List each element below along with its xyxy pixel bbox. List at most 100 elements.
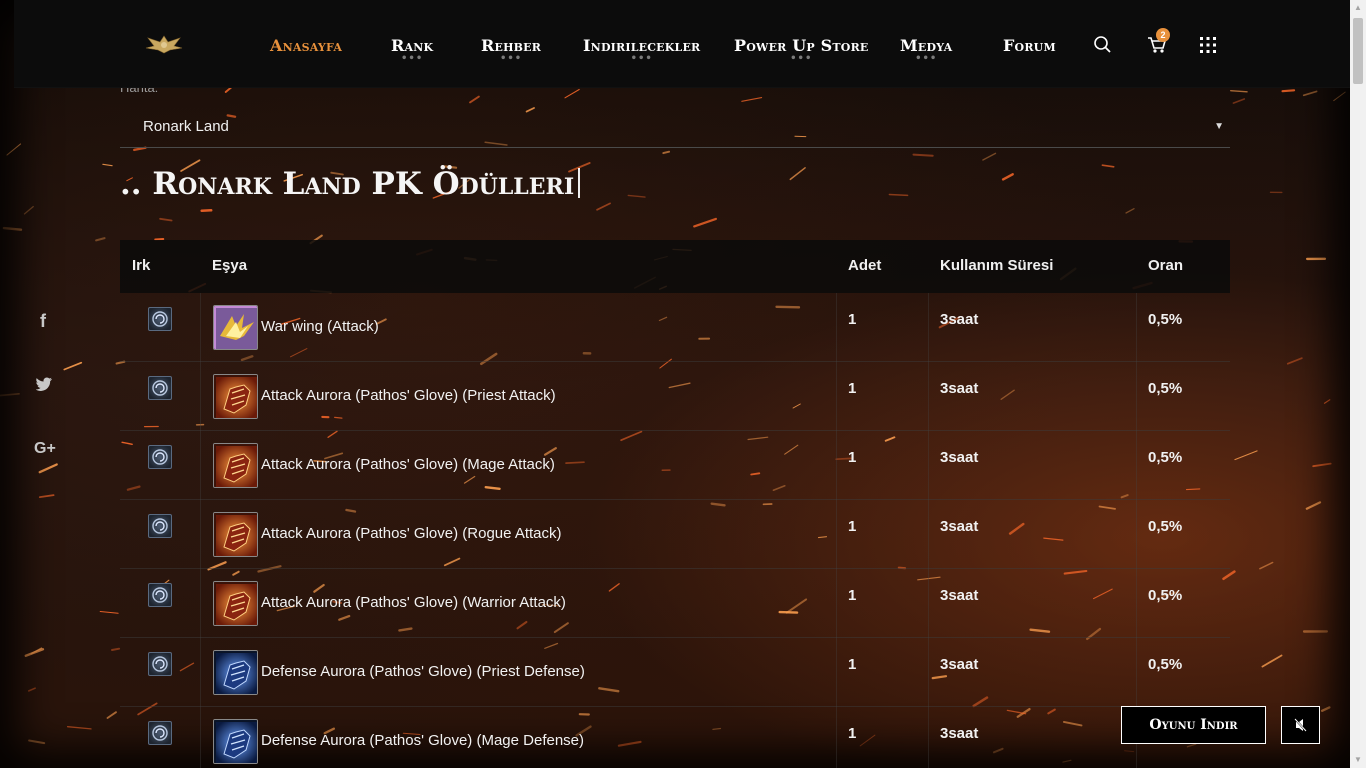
column-divider xyxy=(836,569,837,638)
nav-item-label: Forum xyxy=(1003,36,1056,55)
column-divider xyxy=(1136,431,1137,500)
table-row: Defense Aurora (Pathos' Glove) (Mage Def… xyxy=(120,707,1230,768)
column-divider xyxy=(1136,500,1137,569)
item-duration: 3saat xyxy=(940,518,979,535)
table-row: Defense Aurora (Pathos' Glove) (Priest D… xyxy=(120,638,1230,707)
table-row: Attack Aurora (Pathos' Glove) (Warrior A… xyxy=(120,569,1230,638)
scroll-down-icon[interactable]: ▼ xyxy=(1350,752,1366,768)
rewards-table: Irk Eşya Adet Kullanım Süresi Oran War w… xyxy=(120,240,1230,768)
map-select[interactable]: Ronark Land ▼ xyxy=(120,108,1230,148)
twitter-icon[interactable] xyxy=(36,377,54,391)
cart-count-badge: 2 xyxy=(1156,28,1170,42)
main-content: Harita: Ronark Land ▼ .. Ronark Land PK … xyxy=(0,0,1350,768)
cart-button[interactable]: 2 xyxy=(1146,28,1170,56)
column-divider xyxy=(1136,362,1137,431)
nav-item-rehber[interactable]: Rehber ••• xyxy=(481,36,541,64)
scroll-up-icon[interactable]: ▲ xyxy=(1350,0,1366,16)
column-divider xyxy=(836,638,837,707)
column-divider xyxy=(928,500,929,569)
item-name: Attack Aurora (Pathos' Glove) (Mage Atta… xyxy=(261,456,555,473)
red-glove-icon xyxy=(213,443,258,488)
column-divider xyxy=(928,638,929,707)
item-quantity: 1 xyxy=(848,656,857,673)
race-icon xyxy=(148,583,172,607)
chevron-down-icon: ▼ xyxy=(1214,121,1224,132)
item-name: Defense Aurora (Pathos' Glove) (Mage Def… xyxy=(261,732,585,749)
race-icon xyxy=(148,307,172,331)
column-divider xyxy=(200,500,201,569)
nav-item-anasayfa[interactable]: Anasayfa xyxy=(270,36,342,55)
item-rate: 0,5% xyxy=(1148,380,1183,397)
race-icon xyxy=(148,721,172,745)
page-title: .. Ronark Land PK Ödülleri xyxy=(120,166,581,202)
facebook-icon-glyph: f xyxy=(40,312,47,330)
item-quantity: 1 xyxy=(848,380,857,397)
table-row: Attack Aurora (Pathos' Glove) (Priest At… xyxy=(120,362,1230,431)
page-scrollbar[interactable]: ▲ ▼ xyxy=(1350,0,1366,768)
nav-item-indirilecekler[interactable]: Indirilecekler ••• xyxy=(583,36,700,64)
google-plus-icon-glyph: G+ xyxy=(34,440,56,455)
nav-item-power-up-store[interactable]: Power Up Store ••• xyxy=(734,36,869,64)
race-icon xyxy=(148,445,172,469)
item-duration: 3saat xyxy=(940,449,979,466)
column-divider xyxy=(200,431,201,500)
header-rate: Oran xyxy=(1148,257,1184,274)
column-divider xyxy=(200,293,201,362)
item-duration: 3saat xyxy=(940,725,979,742)
blue-glove-icon xyxy=(213,650,258,695)
page-title-text: .. Ronark Land PK Ödülleri xyxy=(120,166,575,202)
race-icon xyxy=(148,652,172,676)
header-item: Eşya xyxy=(212,257,248,274)
item-duration: 3saat xyxy=(940,587,979,604)
column-divider xyxy=(928,362,929,431)
facebook-icon[interactable]: f xyxy=(38,312,52,330)
header-race: Irk xyxy=(132,257,151,274)
item-quantity: 1 xyxy=(848,587,857,604)
item-quantity: 1 xyxy=(848,311,857,328)
text-cursor xyxy=(578,168,581,198)
nav-item-forum[interactable]: Forum xyxy=(1003,36,1056,55)
submenu-dots-icon: ••• xyxy=(790,53,813,64)
item-rate: 0,5% xyxy=(1148,518,1183,535)
item-quantity: 1 xyxy=(848,725,857,742)
nav-item-rank[interactable]: Rank ••• xyxy=(391,36,433,64)
column-divider xyxy=(836,362,837,431)
header-duration: Kullanım Süresi xyxy=(940,257,1054,274)
top-navbar: Anasayfa Rank ••• Rehber ••• Indirilecekler ••… xyxy=(14,0,1350,88)
red-glove-icon xyxy=(213,581,258,626)
item-rate: 0,5% xyxy=(1148,311,1183,328)
scrollbar-thumb[interactable] xyxy=(1353,18,1363,84)
table-row: War wing (Attack) 1 3saat 0,5% xyxy=(120,293,1230,362)
wing-icon xyxy=(213,305,258,350)
nav-item-medya[interactable]: Medya ••• xyxy=(900,36,952,64)
item-name: Attack Aurora (Pathos' Glove) (Priest At… xyxy=(261,387,556,404)
submenu-dots-icon: ••• xyxy=(499,53,523,64)
item-duration: 3saat xyxy=(940,656,979,673)
item-rate: 0,5% xyxy=(1148,449,1183,466)
column-divider xyxy=(1136,293,1137,362)
column-divider xyxy=(200,569,201,638)
nav-item-label: Anasayfa xyxy=(270,36,343,55)
google-plus-icon[interactable]: G+ xyxy=(34,439,58,455)
item-name: War wing (Attack) xyxy=(261,318,379,335)
race-icon xyxy=(148,376,172,400)
item-duration: 3saat xyxy=(940,311,979,328)
item-name: Attack Aurora (Pathos' Glove) (Rogue Att… xyxy=(261,525,562,542)
column-divider xyxy=(200,362,201,431)
column-divider xyxy=(1136,569,1137,638)
blue-glove-icon xyxy=(213,719,258,764)
race-icon xyxy=(148,514,172,538)
red-glove-icon xyxy=(213,512,258,557)
column-divider xyxy=(1136,638,1137,707)
column-divider xyxy=(928,707,929,768)
header-quantity: Adet xyxy=(848,257,882,274)
search-icon[interactable] xyxy=(1092,34,1114,56)
grid-menu-icon[interactable] xyxy=(1197,34,1219,56)
submenu-dots-icon: ••• xyxy=(401,53,424,64)
column-divider xyxy=(836,500,837,569)
download-game-button[interactable]: Oyunu Indir xyxy=(1121,706,1266,744)
item-name: Attack Aurora (Pathos' Glove) (Warrior A… xyxy=(261,594,566,611)
mute-button[interactable] xyxy=(1281,706,1320,744)
red-glove-icon xyxy=(213,374,258,419)
submenu-dots-icon: ••• xyxy=(915,53,938,64)
